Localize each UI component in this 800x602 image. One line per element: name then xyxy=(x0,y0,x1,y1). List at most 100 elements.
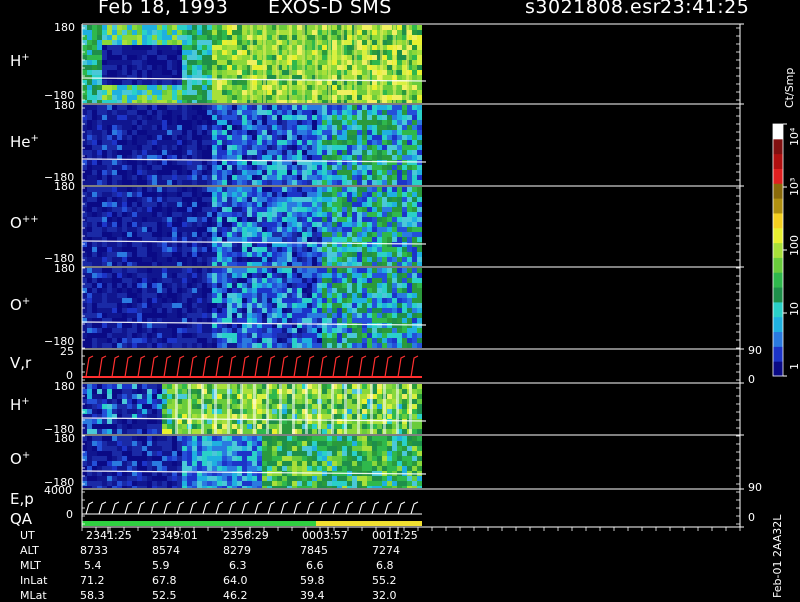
spectrogram-cell xyxy=(142,95,147,100)
spectrogram-cell xyxy=(352,237,357,242)
spectrogram-cell xyxy=(387,202,392,207)
spectrogram-cell xyxy=(97,197,102,202)
spectrogram-cell xyxy=(352,247,357,252)
spectrogram-cell xyxy=(382,180,387,185)
spectrogram-cell xyxy=(407,328,412,333)
spectrogram-cell xyxy=(247,110,252,115)
spectrogram-cell xyxy=(347,192,352,197)
spectrogram-cell xyxy=(112,394,117,399)
spectrogram-cell xyxy=(202,212,207,217)
spectrogram-cell xyxy=(92,389,97,394)
spectrogram-cell xyxy=(132,175,137,180)
spectrogram-cell xyxy=(207,30,212,35)
spectrogram-cell xyxy=(412,40,417,45)
spectrogram-cell xyxy=(287,404,292,409)
spectrogram-cell xyxy=(147,160,152,165)
spectrogram-cell xyxy=(287,227,292,232)
spectrogram-cell xyxy=(342,145,347,150)
spectrogram-cell xyxy=(112,202,117,207)
spectrogram-cell xyxy=(207,318,212,323)
spectrogram-cell xyxy=(97,409,102,414)
bright-stripe xyxy=(276,25,279,103)
spectrogram-cell xyxy=(192,247,197,252)
spectrogram-cell xyxy=(367,202,372,207)
spectrogram-cell xyxy=(417,273,422,278)
spectrogram-cell xyxy=(287,202,292,207)
spectrogram-cell xyxy=(232,328,237,333)
spectrogram-cell xyxy=(97,115,102,120)
spectrogram-cell xyxy=(262,232,267,237)
spectrogram-cell xyxy=(377,252,382,257)
spectrogram-cell xyxy=(117,303,122,308)
spectrogram-cell xyxy=(187,100,192,103)
spectrogram-cell xyxy=(132,197,137,202)
spectrogram-cell xyxy=(417,60,422,65)
spectrogram-cell xyxy=(382,120,387,125)
spectrogram-cell xyxy=(152,40,157,45)
spectrogram-cell xyxy=(357,55,362,60)
spectrogram-cell xyxy=(332,170,337,175)
spectrogram-cell xyxy=(237,288,242,293)
spectrogram-cell xyxy=(102,303,107,308)
spectrogram-cell xyxy=(377,192,382,197)
spectrogram-cell xyxy=(297,404,302,409)
spectrogram-cell xyxy=(92,333,97,338)
spectrogram-cell xyxy=(187,308,192,313)
spectrogram-cell xyxy=(202,313,207,318)
spectrogram-cell xyxy=(377,323,382,328)
spectrogram-cell xyxy=(97,288,102,293)
spectrogram-cell xyxy=(207,65,212,70)
spectrogram-cell xyxy=(132,130,137,135)
spectrogram-cell xyxy=(297,90,302,95)
spectrogram-cell xyxy=(152,160,157,165)
spectrogram-cell xyxy=(192,268,197,273)
spectrogram-cell xyxy=(152,288,157,293)
spectrogram-cell xyxy=(87,192,92,197)
spectrogram-cell xyxy=(247,293,252,298)
spectrogram-cell xyxy=(192,90,197,95)
spectrogram-cell xyxy=(297,313,302,318)
spectrogram-cell xyxy=(212,65,217,70)
spectrogram-cell xyxy=(202,293,207,298)
spectrogram-cell xyxy=(372,227,377,232)
spectrogram-cell xyxy=(267,120,272,125)
spectrogram-cell xyxy=(282,318,287,323)
spectrogram-cell xyxy=(87,252,92,257)
spectrogram-cell xyxy=(282,404,287,409)
spectrogram-cell xyxy=(182,197,187,202)
spectrogram-cell xyxy=(297,65,302,70)
spectrogram-cell xyxy=(307,130,312,135)
spectrogram-cell xyxy=(177,328,182,333)
spectrogram-cell xyxy=(142,65,147,70)
spectrogram-cell xyxy=(157,293,162,298)
spectrogram-cell xyxy=(402,247,407,252)
spectrogram-cell xyxy=(297,180,302,185)
spectrogram-cell xyxy=(312,115,317,120)
spectrogram-cell xyxy=(222,30,227,35)
spectrogram-cell xyxy=(207,268,212,273)
spectrogram-cell xyxy=(242,120,247,125)
spectrogram-cell xyxy=(187,170,192,175)
spectrogram-cell xyxy=(202,222,207,227)
spectrogram-cell xyxy=(167,424,172,429)
spectrogram-cell xyxy=(87,227,92,232)
spectrogram-cell xyxy=(252,135,257,140)
spectrogram-cell xyxy=(317,207,322,212)
spectrogram-cell xyxy=(122,217,127,222)
spectrogram-cell xyxy=(242,35,247,40)
spectrogram-cell xyxy=(137,293,142,298)
spectrogram-cell xyxy=(222,232,227,237)
spectrogram-cell xyxy=(137,389,142,394)
spectrogram-cell xyxy=(382,202,387,207)
spectrogram-cell xyxy=(92,90,97,95)
spectrogram-cell xyxy=(307,170,312,175)
spectrogram-cell xyxy=(357,155,362,160)
spectrogram-cell xyxy=(87,212,92,217)
spectrogram-cell xyxy=(107,202,112,207)
spectrogram-cell xyxy=(272,227,277,232)
spectrogram-cell xyxy=(87,170,92,175)
spectrogram-cell xyxy=(292,343,297,348)
bright-stripe xyxy=(367,25,370,103)
spectrogram-cell xyxy=(187,343,192,348)
spectrogram-cell xyxy=(97,175,102,180)
